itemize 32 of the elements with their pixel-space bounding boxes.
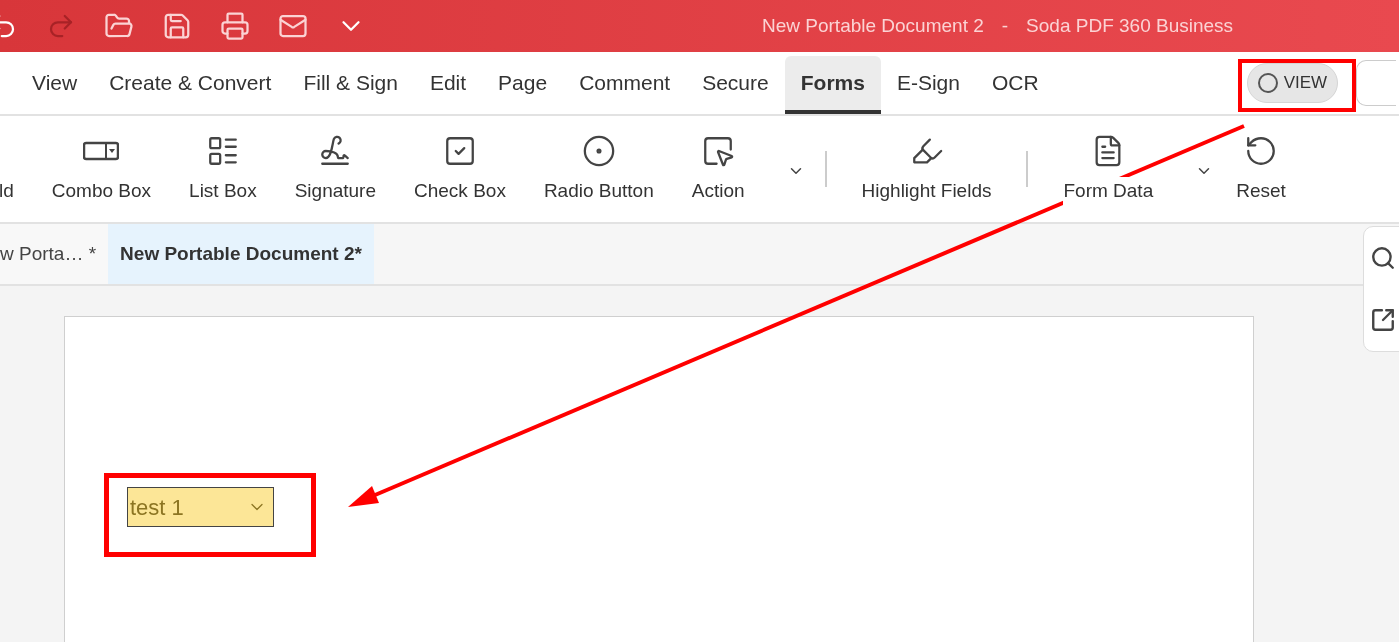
share-icon[interactable] (1370, 307, 1396, 333)
combo-box-icon (83, 140, 120, 161)
save-icon[interactable] (162, 11, 192, 41)
ribbon-button[interactable]: Highlight Fields (842, 124, 1011, 214)
search-icon[interactable] (1370, 245, 1396, 271)
ribbon-button[interactable]: ld (0, 124, 33, 214)
menu-tab[interactable]: Fill & Sign (287, 56, 414, 114)
print-icon[interactable] (220, 11, 250, 41)
document-title: New Portable Document 2 (762, 13, 984, 38)
menu-tab[interactable]: E-Sign (880, 56, 976, 114)
menu-tab[interactable]: OCR (975, 56, 1055, 114)
menu-tab[interactable]: Page (482, 56, 564, 114)
ribbon-button[interactable]: Reset (1217, 124, 1305, 214)
menu-tab[interactable]: View (16, 56, 94, 114)
ribbon-button[interactable]: Action (672, 124, 809, 214)
app-title: Soda PDF 360 Business (1026, 13, 1234, 38)
ribbon-button[interactable]: List Box (170, 124, 276, 214)
menu-tab[interactable]: Secure (686, 56, 785, 114)
ribbon-button[interactable]: Radio Button (524, 124, 673, 214)
ribbon-button[interactable]: Signature (275, 124, 395, 214)
radio-icon (581, 133, 616, 168)
combo-box-field[interactable]: test 1 (127, 487, 274, 527)
ribbon-button[interactable]: Check Box (395, 124, 525, 214)
menu-tab[interactable]: Create & Convert (93, 56, 288, 114)
title-separator: - (1001, 13, 1009, 38)
document-tab[interactable]: New Portable Document 2* (108, 224, 374, 284)
menu-tab[interactable]: Forms (784, 56, 881, 114)
menu-tab[interactable]: Edit (413, 56, 483, 114)
ribbon-button[interactable]: Form Data (1044, 124, 1218, 214)
view-toggle[interactable]: VIEW (1246, 63, 1339, 103)
ribbon-button[interactable]: Combo Box (32, 124, 171, 214)
menu-tab[interactable]: Comment (563, 56, 687, 114)
